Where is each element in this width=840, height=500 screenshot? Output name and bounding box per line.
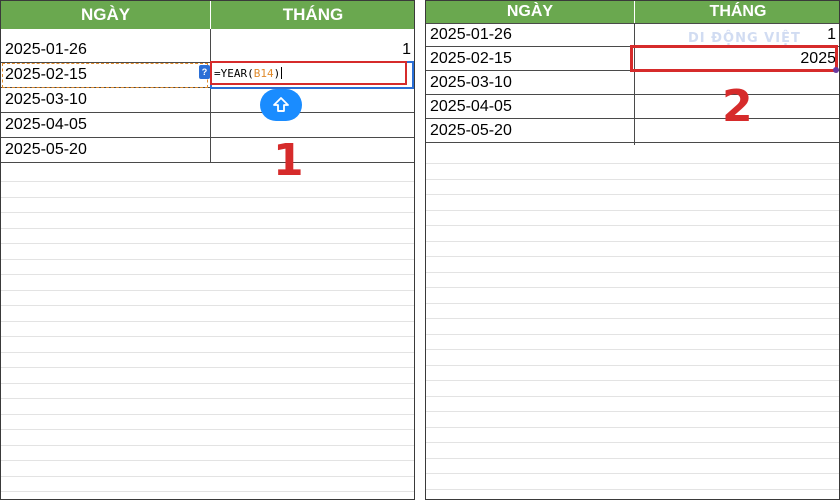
row-gridline bbox=[1, 289, 414, 291]
row-gridline bbox=[1, 274, 414, 275]
cell-date[interactable]: 2025-05-20 bbox=[426, 119, 634, 143]
row-gridline bbox=[1, 258, 414, 260]
row-gridline bbox=[1, 475, 414, 477]
cell-date[interactable]: 2025-01-26 bbox=[426, 23, 634, 47]
cell-date[interactable]: 2025-05-20 bbox=[1, 138, 210, 163]
step-number-2: 2 bbox=[722, 81, 753, 132]
row-gridline bbox=[1, 398, 414, 399]
formula-input[interactable]: =YEAR(B14) bbox=[210, 61, 407, 85]
row-gridline bbox=[1, 413, 414, 415]
row-gridline bbox=[426, 318, 839, 319]
cell-date[interactable]: 2025-02-15 bbox=[426, 47, 634, 71]
shift-key-button[interactable] bbox=[260, 89, 302, 121]
cell-date[interactable]: 2025-04-05 bbox=[1, 113, 210, 138]
column-header-thang[interactable]: THÁNG bbox=[211, 1, 414, 29]
row-gridline bbox=[426, 209, 839, 211]
cell-month[interactable]: 1 bbox=[211, 38, 414, 63]
row-gridline bbox=[1, 351, 414, 353]
step-number-1: 1 bbox=[273, 135, 304, 186]
fill-handle[interactable] bbox=[833, 67, 839, 73]
row-gridline bbox=[1, 212, 414, 213]
cell-date[interactable]: 2025-01-26 bbox=[1, 38, 210, 63]
row-gridline bbox=[1, 367, 414, 368]
row-gridline bbox=[1, 444, 414, 446]
row-gridline bbox=[426, 395, 839, 397]
row-gridline bbox=[1, 181, 414, 182]
row-gridline bbox=[426, 442, 839, 443]
row-gridline bbox=[426, 411, 839, 412]
row-gridline bbox=[1, 320, 414, 322]
row-gridline bbox=[1, 336, 414, 337]
row-gridline bbox=[426, 178, 839, 180]
row-gridline bbox=[1, 460, 414, 461]
row-gridline bbox=[1, 429, 414, 430]
formula-suffix: ) bbox=[273, 66, 281, 80]
row-gridline bbox=[1, 491, 414, 492]
cell-date[interactable]: 2025-03-10 bbox=[1, 88, 210, 113]
row-gridline bbox=[426, 380, 839, 381]
row-gridline bbox=[426, 333, 839, 335]
formula-prefix: =YEAR( bbox=[214, 66, 254, 80]
row-gridline bbox=[426, 457, 839, 459]
text-cursor bbox=[281, 67, 283, 79]
row-gridline bbox=[426, 302, 839, 304]
column-header-ngay[interactable]: NGÀY bbox=[1, 1, 210, 29]
cell-month[interactable] bbox=[211, 113, 414, 138]
row-gridline bbox=[426, 364, 839, 366]
row-gridline bbox=[426, 240, 839, 242]
result-highlight-box bbox=[630, 45, 838, 72]
row-gridline bbox=[1, 243, 414, 244]
column-header-ngay[interactable]: NGÀY bbox=[426, 1, 634, 23]
row-gridline bbox=[426, 194, 839, 195]
watermark-logo: DI ĐỘNG VIỆT bbox=[688, 31, 801, 46]
shift-up-arrow-icon bbox=[273, 97, 289, 112]
spreadsheet-panel-before: NGÀY THÁNG 2025-01-26 1 2025-02-15 2025-… bbox=[0, 0, 415, 500]
row-gridline bbox=[1, 305, 414, 306]
row-gridline bbox=[1, 196, 414, 198]
row-gridline bbox=[1, 382, 414, 384]
cell-date[interactable]: 2025-03-10 bbox=[426, 71, 634, 95]
column-header-thang[interactable]: THÁNG bbox=[635, 1, 839, 23]
row-gridline bbox=[426, 256, 839, 257]
row-gridline bbox=[426, 287, 839, 288]
row-gridline bbox=[1, 227, 414, 229]
row-gridline bbox=[426, 271, 839, 273]
formula-reference: B14 bbox=[253, 66, 274, 80]
row-gridline bbox=[426, 349, 839, 350]
cell-month[interactable] bbox=[211, 138, 414, 163]
row-gridline bbox=[426, 225, 839, 226]
cell-date[interactable]: 2025-04-05 bbox=[426, 95, 634, 119]
cell-month[interactable] bbox=[211, 88, 414, 113]
row-gridline bbox=[426, 473, 839, 474]
formula-help-icon[interactable]: ? bbox=[199, 65, 210, 79]
spreadsheet-panel-after: NGÀY THÁNG 2025-01-26 1 2025-02-15 2025 … bbox=[425, 0, 840, 500]
row-gridline bbox=[426, 163, 839, 164]
row-gridline bbox=[426, 488, 839, 490]
row-gridline bbox=[426, 426, 839, 428]
referenced-cell-outline bbox=[2, 63, 208, 88]
